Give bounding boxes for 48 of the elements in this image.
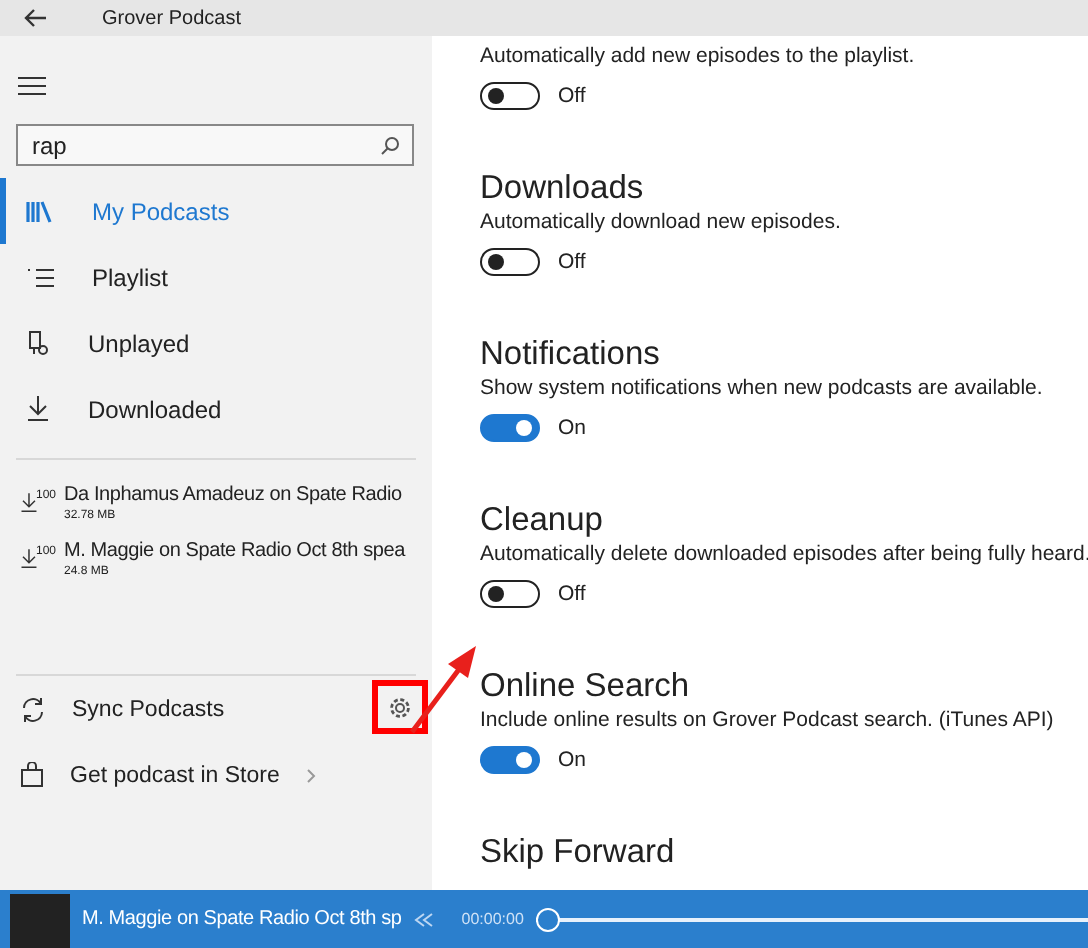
toggle-label: Off xyxy=(558,250,586,274)
elapsed-time: 00:00:00 xyxy=(461,910,524,928)
setting-description: Automatically add new episodes to the playlist. xyxy=(480,44,917,68)
toggle-label: Off xyxy=(558,84,586,108)
toggle-label: Off xyxy=(558,582,586,606)
download-icon xyxy=(20,490,38,516)
nav-item[interactable]: Unplayed xyxy=(0,310,432,376)
window-title: Grover Podcast xyxy=(102,7,241,29)
seek-slider[interactable] xyxy=(535,907,1088,931)
annotation-arrow xyxy=(408,644,480,736)
toggle-label: On xyxy=(558,748,587,772)
settings-icon[interactable] xyxy=(388,695,412,719)
toggle-label: On xyxy=(558,416,587,440)
list-icon xyxy=(26,267,54,287)
rewind-icon[interactable] xyxy=(413,911,434,927)
now-playing-title: M. Maggie on Spate Radio Oct 8th sp xyxy=(82,908,402,930)
setting-title: Downloads xyxy=(480,168,646,208)
toggle-switch[interactable] xyxy=(480,248,540,276)
toggle-switch[interactable] xyxy=(480,414,540,442)
toggle-switch[interactable] xyxy=(480,580,540,608)
episode-title[interactable]: M. Maggie on Spate Radio Oct 8th spea xyxy=(64,540,405,562)
setting-description: Automatically delete downloaded episodes after being fully heard. xyxy=(480,542,1088,566)
episode-title[interactable]: Da Inphamus Amadeuz on Spate Radio xyxy=(64,484,402,506)
setting-title: Cleanup xyxy=(480,500,605,540)
footer-link[interactable]: Sync Podcasts xyxy=(72,697,225,721)
setting-title: Skip Forward xyxy=(480,832,677,872)
setting-description: Include online results on Grover Podcast search. (iTunes API) xyxy=(480,708,1056,732)
library-icon xyxy=(26,199,54,223)
search-icon[interactable] xyxy=(380,136,400,156)
nav-item[interactable]: Playlist xyxy=(0,244,432,310)
download-icon xyxy=(20,546,38,572)
toggle-switch[interactable] xyxy=(480,746,540,774)
toggle-switch[interactable] xyxy=(480,82,540,110)
download-icon xyxy=(26,396,50,422)
sync-icon xyxy=(20,697,46,721)
album-art-placeholder xyxy=(10,894,70,948)
shopping-bag-icon xyxy=(20,762,44,788)
nav-item[interactable]: Downloaded xyxy=(0,376,432,442)
chevron-icon xyxy=(305,767,316,783)
setting-description: Show system notifications when new podcasts are available. xyxy=(480,376,1045,400)
setting-description: Automatically download new episodes. xyxy=(480,210,843,234)
setting-title: Online Search xyxy=(480,666,692,706)
footer-link[interactable]: Get podcast in Store xyxy=(70,763,280,787)
menu-icon[interactable] xyxy=(18,76,46,96)
setting-title: Notifications xyxy=(480,334,662,374)
unplayed-icon xyxy=(26,330,50,356)
back-arrow-icon[interactable] xyxy=(24,8,48,28)
search-field[interactable]: rap xyxy=(16,124,414,166)
